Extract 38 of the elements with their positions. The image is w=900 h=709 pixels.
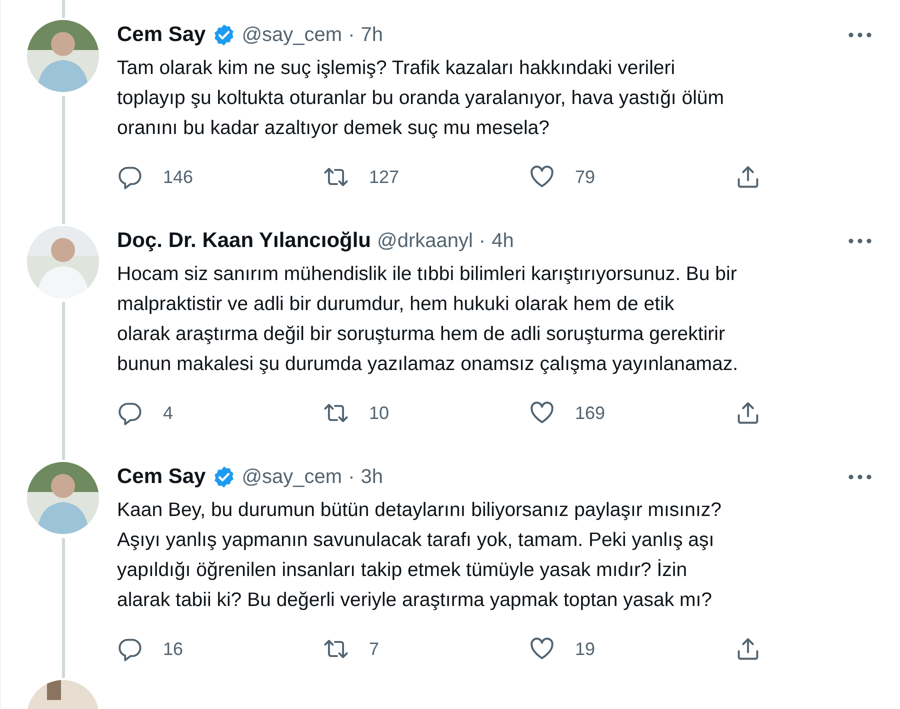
retweet-count: 7 xyxy=(369,638,380,660)
author-name[interactable]: Doç. Dr. Kaan Yılancıoğlu xyxy=(117,229,372,253)
reply-count: 146 xyxy=(163,166,194,188)
verified-badge-icon xyxy=(212,465,236,489)
verified-badge-icon xyxy=(212,23,236,47)
tweet-text: Tam olarak kim ne suç işlemiş? Trafik kazaları hakkındaki verileri toplayıp şu koltukta oturanlar bu oranda yaralanıyor, hava yastığı ölüm oranını bu kadar azaltıyor demek suç mu mesela? xyxy=(117,56,726,141)
reply-count: 4 xyxy=(163,402,174,424)
like-count: 79 xyxy=(575,166,596,188)
like-count: 19 xyxy=(575,638,596,660)
tweet-time[interactable]: 3h xyxy=(360,466,383,488)
retweet-count: 10 xyxy=(369,402,390,424)
more-icon[interactable] xyxy=(848,238,872,244)
reply-count: 16 xyxy=(163,638,184,660)
separator-dot: · xyxy=(348,466,355,488)
retweet-count: 127 xyxy=(369,166,400,188)
author-handle[interactable]: @say_cem xyxy=(242,466,342,488)
author-name[interactable]: Cem Say xyxy=(117,23,206,47)
tweet-time[interactable]: 7h xyxy=(360,24,383,46)
tweet-text: Hocam siz sanırım mühendislik ile tıbbi bilimleri karıştırıyorsunuz. Bu bir malpraktistir ve adli bir durumdur, hem hukuki olarak hem de etik olarak araştırma değil bir soruşturma hem de adli soruşturma gerektirir bunun makalesi şu durumda yazılamaz onamsız çalışma yayınlanamaz. xyxy=(117,262,740,377)
author-handle[interactable]: @drkaanyl xyxy=(377,230,473,252)
more-icon[interactable] xyxy=(848,474,872,480)
heart-icon[interactable] xyxy=(529,636,555,662)
reply-icon[interactable] xyxy=(117,164,143,190)
more-icon[interactable] xyxy=(848,32,872,38)
heart-icon[interactable] xyxy=(529,164,555,190)
separator-dot: · xyxy=(348,24,355,46)
share-icon[interactable] xyxy=(735,636,761,662)
heart-icon[interactable] xyxy=(529,400,555,426)
author-handle[interactable]: @say_cem xyxy=(242,24,342,46)
tweet-text: Kaan Bey, bu durumun bütün detaylarını biliyorsanız paylaşır mısınız? Aşıyı yanlış yapmanın savunulacak tarafı yok, tamam. Peki yanlış aşı yapıldığı öğrenilen insanları takip etmek tümüyle yasak mıdır? İzin alarak tabii ki? Bu değerli veriyle araştırma yapmak toptan yasak mı? xyxy=(117,498,722,613)
separator-dot: · xyxy=(478,230,486,252)
author-name[interactable]: Cem Say xyxy=(117,465,206,489)
like-count: 169 xyxy=(575,402,606,424)
reply-icon[interactable] xyxy=(117,400,143,426)
share-icon[interactable] xyxy=(735,400,761,426)
reply-icon[interactable] xyxy=(117,636,143,662)
share-icon[interactable] xyxy=(735,164,761,190)
tweet-time[interactable]: 4h xyxy=(492,230,514,252)
